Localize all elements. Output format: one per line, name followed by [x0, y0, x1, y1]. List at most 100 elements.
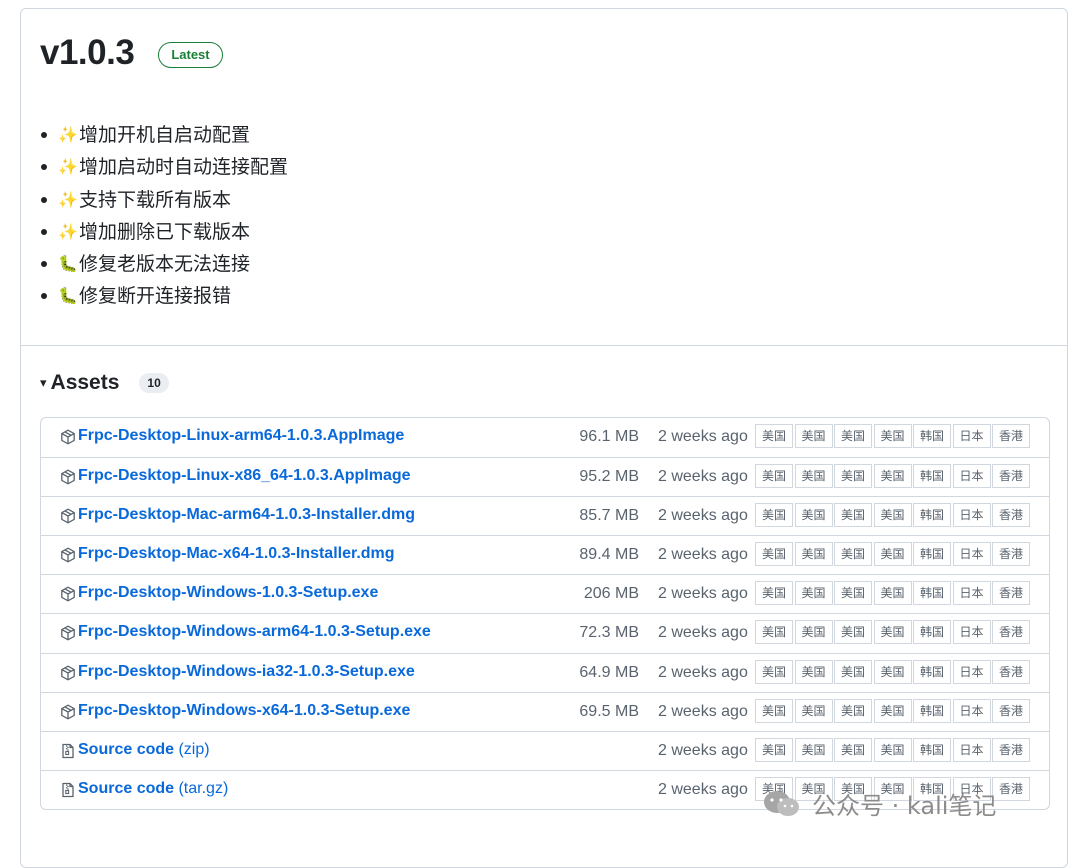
mirror-download-button[interactable]: 美国	[834, 542, 872, 567]
mirror-download-button[interactable]: 美国	[755, 620, 793, 645]
mirror-download-button[interactable]: 美国	[873, 620, 912, 645]
mirror-download-button[interactable]: 美国	[794, 659, 833, 684]
assets-title[interactable]: Assets	[51, 371, 120, 395]
mirror-download-button[interactable]: 日本	[952, 698, 991, 723]
mirror-download-button[interactable]: 美国	[873, 659, 912, 684]
mirror-download-button[interactable]: 美国	[794, 503, 833, 528]
mirror-download-button[interactable]: 美国	[755, 581, 793, 606]
asset-download-link[interactable]: Frpc-Desktop-Linux-x86_64-1.0.3.AppImage	[78, 467, 411, 485]
asset-name: Frpc-Desktop-Linux-arm64-1.0.3.AppImage	[78, 427, 405, 444]
mirror-download-button[interactable]: 美国	[873, 503, 912, 528]
mirror-download-button[interactable]: 香港	[992, 776, 1030, 801]
asset-download-link[interactable]: Frpc-Desktop-Windows-arm64-1.0.3-Setup.e…	[78, 623, 431, 641]
release-note-text: 修复断开连接报错	[79, 285, 232, 308]
mirror-download-button[interactable]: 美国	[794, 620, 833, 645]
mirror-button-group: 美国 美国 美国 美国 韩国 日本 香港	[755, 698, 1032, 723]
asset-row: Frpc-Desktop-Linux-x86_64-1.0.3.AppImage…	[41, 457, 1049, 496]
mirror-download-button[interactable]: 美国	[755, 503, 793, 528]
mirror-download-button[interactable]: 美国	[873, 542, 912, 567]
mirror-download-button[interactable]: 美国	[873, 737, 912, 762]
mirror-download-button[interactable]: 韩国	[913, 620, 951, 645]
mirror-download-button[interactable]: 韩国	[913, 737, 951, 762]
mirror-download-button[interactable]: 美国	[834, 737, 872, 762]
release-note-item: ✨ 增加开机自启动配置	[39, 119, 288, 151]
mirror-download-button[interactable]: 美国	[873, 424, 912, 448]
mirror-download-button[interactable]: 美国	[834, 698, 872, 723]
asset-download-link[interactable]: Frpc-Desktop-Mac-arm64-1.0.3-Installer.d…	[78, 506, 415, 524]
mirror-download-button[interactable]: 美国	[834, 464, 872, 489]
assets-summary[interactable]: ▾ Assets 10	[40, 371, 169, 395]
mirror-download-button[interactable]: 日本	[952, 542, 991, 567]
release-version-title[interactable]: v1.0.3	[40, 33, 135, 73]
asset-date: 2 weeks ago	[658, 702, 748, 720]
mirror-download-button[interactable]: 日本	[952, 503, 991, 528]
mirror-download-button[interactable]: 日本	[952, 620, 991, 645]
mirror-download-button[interactable]: 韩国	[913, 424, 951, 448]
mirror-download-button[interactable]: 美国	[834, 620, 872, 645]
mirror-download-button[interactable]: 韩国	[913, 581, 951, 606]
release-note-item: ✨ 增加删除已下载版本	[39, 216, 288, 248]
mirror-download-button[interactable]: 美国	[834, 503, 872, 528]
mirror-download-button[interactable]: 韩国	[913, 464, 951, 489]
caret-down-icon[interactable]: ▾	[40, 375, 47, 391]
mirror-download-button[interactable]: 美国	[755, 659, 793, 684]
mirror-download-button[interactable]: 美国	[834, 581, 872, 606]
mirror-download-button[interactable]: 美国	[834, 424, 872, 448]
mirror-download-button[interactable]: 美国	[755, 542, 793, 567]
asset-name: Frpc-Desktop-Linux-x86_64-1.0.3.AppImage	[78, 467, 411, 485]
mirror-download-button[interactable]: 美国	[794, 424, 833, 448]
mirror-download-button[interactable]: 美国	[834, 659, 872, 684]
watermark-text: 公众号 · kali笔记	[812, 792, 997, 820]
mirror-download-button[interactable]: 美国	[794, 464, 833, 489]
mirror-download-button[interactable]: 韩国	[913, 542, 951, 567]
asset-download-link[interactable]: Frpc-Desktop-Windows-x64-1.0.3-Setup.exe	[78, 702, 410, 720]
mirror-download-button[interactable]: 美国	[794, 698, 833, 723]
mirror-download-button[interactable]: 韩国	[913, 659, 951, 684]
asset-download-link[interactable]: Frpc-Desktop-Mac-x64-1.0.3-Installer.dmg	[78, 545, 395, 563]
asset-download-link[interactable]: Frpc-Desktop-Linux-arm64-1.0.3.AppImage	[78, 427, 404, 445]
asset-download-link[interactable]: Source code (zip)	[78, 741, 210, 759]
mirror-download-button[interactable]: 美国	[794, 581, 833, 606]
mirror-download-button[interactable]: 美国	[755, 424, 793, 448]
mirror-download-button[interactable]: 香港	[992, 698, 1030, 723]
package-icon	[60, 586, 76, 602]
mirror-download-button[interactable]: 美国	[794, 542, 833, 567]
mirror-download-button[interactable]: 韩国	[913, 503, 951, 528]
mirror-download-button[interactable]: 美国	[873, 464, 912, 489]
mirror-download-button[interactable]: 日本	[952, 659, 991, 684]
mirror-button-group: 美国 美国 美国 美国 韩国 日本 香港	[755, 503, 1032, 528]
mirror-download-button[interactable]: 美国	[873, 581, 912, 606]
mirror-download-button[interactable]: 美国	[755, 737, 793, 762]
file-zip-icon	[60, 743, 76, 759]
mirror-download-button[interactable]: 美国	[873, 698, 912, 723]
mirror-download-button[interactable]: 香港	[992, 424, 1030, 448]
mirror-download-button[interactable]: 香港	[992, 581, 1030, 606]
mirror-download-button[interactable]: 香港	[992, 542, 1030, 567]
mirror-download-button[interactable]: 香港	[992, 464, 1030, 489]
mirror-download-button[interactable]: 日本	[952, 737, 991, 762]
asset-download-link[interactable]: Frpc-Desktop-Windows-ia32-1.0.3-Setup.ex…	[78, 663, 415, 681]
release-note-item: 🐛 修复老版本无法连接	[39, 248, 288, 280]
release-notes-list: ✨ 增加开机自启动配置 ✨ 增加启动时自动连接配置 ✨ 支持下载所有版本 ✨ 增加删除已下载版…	[39, 119, 288, 313]
mirror-download-button[interactable]: 香港	[992, 659, 1030, 684]
mirror-download-button[interactable]: 韩国	[913, 698, 951, 723]
asset-size: 206 MB	[583, 585, 639, 603]
asset-download-link[interactable]: Frpc-Desktop-Windows-1.0.3-Setup.exe	[78, 584, 378, 602]
asset-row: Frpc-Desktop-Windows-arm64-1.0.3-Setup.e…	[41, 613, 1049, 652]
mirror-button-group: 美国 美国 美国 美国 韩国 日本 香港	[755, 424, 1032, 448]
asset-size: 64.9 MB	[579, 663, 639, 681]
mirror-download-button[interactable]: 日本	[952, 581, 991, 606]
mirror-download-button[interactable]: 美国	[755, 698, 793, 723]
asset-size: 89.4 MB	[579, 546, 639, 564]
release-note-item: ✨ 增加启动时自动连接配置	[39, 151, 288, 183]
mirror-download-button[interactable]: 日本	[952, 464, 991, 489]
mirror-download-button[interactable]: 美国	[755, 464, 793, 489]
mirror-download-button[interactable]: 香港	[992, 620, 1030, 645]
mirror-download-button[interactable]: 美国	[794, 737, 833, 762]
mirror-download-button[interactable]: 香港	[992, 737, 1030, 762]
package-icon	[60, 508, 76, 524]
mirror-download-button[interactable]: 香港	[992, 503, 1030, 528]
mirror-download-button[interactable]: 日本	[952, 424, 991, 448]
asset-download-link[interactable]: Source code (tar.gz)	[78, 780, 228, 798]
asset-name: Source code	[78, 740, 175, 758]
